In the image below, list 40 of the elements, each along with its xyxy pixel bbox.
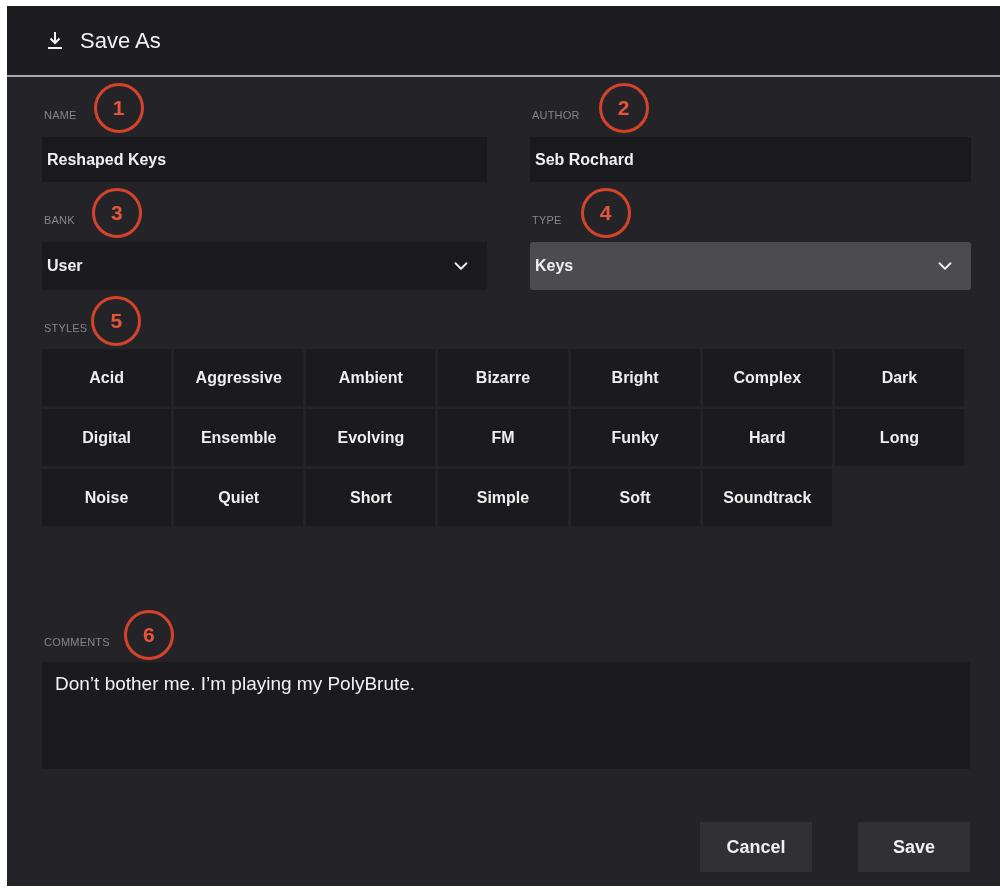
- cancel-button[interactable]: Cancel: [700, 822, 812, 872]
- style-tag[interactable]: Evolving: [306, 409, 436, 466]
- style-tag[interactable]: Digital: [42, 409, 172, 466]
- callout-number: 4: [580, 188, 631, 238]
- style-tag[interactable]: FM: [438, 409, 568, 466]
- dropdown[interactable]: User: [42, 242, 487, 290]
- field-label: NAME: [44, 109, 77, 121]
- save-button[interactable]: Save: [858, 822, 970, 872]
- field-label: STYLES: [44, 322, 88, 334]
- style-tag[interactable]: Bizarre: [438, 349, 568, 406]
- style-tag[interactable]: Noise: [42, 469, 172, 526]
- download-icon: [47, 31, 63, 50]
- style-tag[interactable]: Simple: [438, 469, 568, 526]
- field-label: TYPE: [532, 214, 562, 226]
- dropdown[interactable]: Keys: [530, 242, 971, 290]
- style-tag[interactable]: Ambient: [306, 349, 436, 406]
- dialog-title: Save As: [80, 27, 161, 54]
- style-tag[interactable]: Ensemble: [174, 409, 304, 466]
- callout-number: 5: [91, 296, 142, 346]
- style-tag[interactable]: Short: [306, 469, 436, 526]
- field-label: BANK: [44, 214, 75, 226]
- callout-number: 3: [91, 188, 142, 238]
- style-tag[interactable]: Bright: [570, 349, 700, 406]
- style-tag[interactable]: Soundtrack: [702, 469, 832, 526]
- callout-number: 1: [93, 83, 144, 133]
- style-tag[interactable]: Quiet: [174, 469, 304, 526]
- style-tag[interactable]: Aggressive: [174, 349, 304, 406]
- input-field[interactable]: Reshaped Keys: [42, 137, 487, 182]
- style-tag[interactable]: Soft: [570, 469, 700, 526]
- style-tag[interactable]: Complex: [702, 349, 832, 406]
- input-field[interactable]: Seb Rochard: [530, 137, 971, 182]
- style-tag[interactable]: Funky: [570, 409, 700, 466]
- field-label: COMMENTS: [44, 636, 110, 648]
- style-tag[interactable]: Dark: [834, 349, 964, 406]
- comments-field[interactable]: Don’t bother me. I’m playing my PolyBrute.: [42, 662, 970, 769]
- style-tag[interactable]: Acid: [42, 349, 172, 406]
- style-tag[interactable]: Hard: [702, 409, 832, 466]
- field-label: AUTHOR: [532, 109, 580, 121]
- callout-number: 2: [598, 83, 649, 133]
- style-tag[interactable]: Long: [834, 409, 964, 466]
